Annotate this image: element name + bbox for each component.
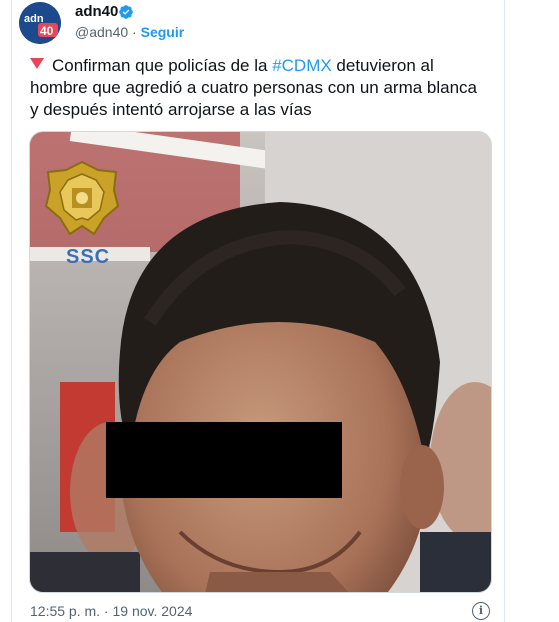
verified-badge-icon	[119, 5, 133, 19]
author-avatar[interactable]: adn 40	[19, 2, 61, 44]
handle-line: @adn40 · Seguir	[75, 24, 184, 40]
author-name[interactable]: adn40	[75, 3, 118, 20]
author-handle[interactable]: @adn40	[75, 24, 128, 40]
ssc-watermark-label: SSC	[66, 246, 111, 268]
tweet-text-part-1: Confirman que policías de la	[52, 56, 273, 75]
tweet-timestamp[interactable]: 12:55 p. m. · 19 nov. 2024	[30, 603, 192, 619]
ssc-shield-icon	[44, 160, 120, 236]
red-triangle-down-icon	[30, 58, 44, 69]
tweet-photo[interactable]: SSC	[29, 131, 492, 593]
info-icon[interactable]: i	[472, 602, 490, 620]
follow-button[interactable]: Seguir	[141, 24, 185, 40]
separator-dot: ·	[132, 24, 137, 40]
adn40-logo-icon: adn 40	[19, 2, 61, 44]
svg-text:40: 40	[40, 24, 54, 38]
tweet-text: Confirman que policías de la #CDMX detuv…	[30, 55, 480, 121]
hashtag-link[interactable]: #CDMX	[272, 56, 332, 75]
